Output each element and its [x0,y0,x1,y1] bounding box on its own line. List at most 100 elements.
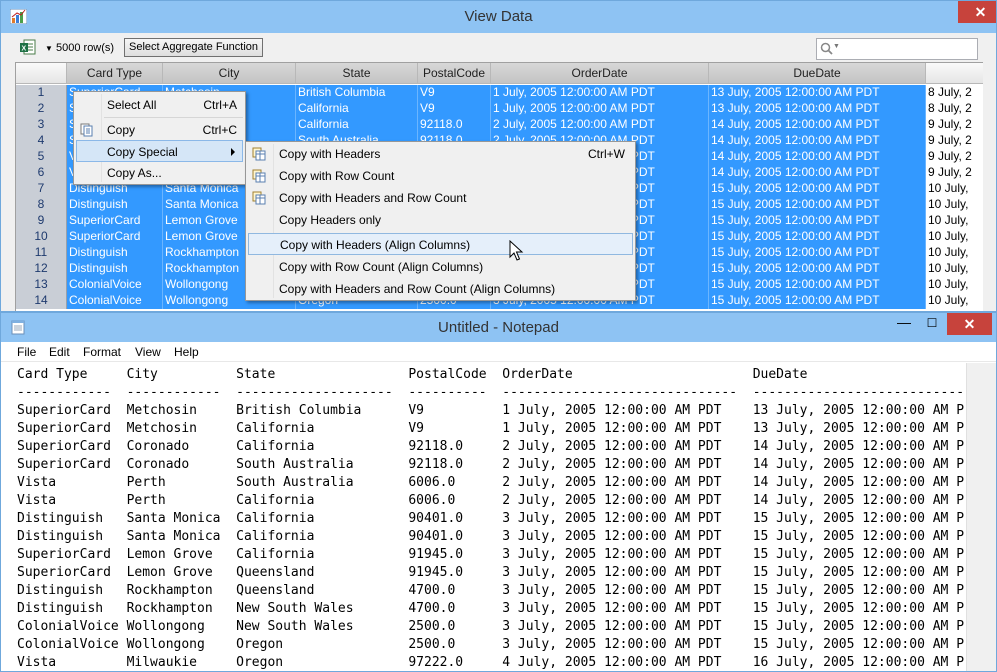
excel-export-icon[interactable]: X [20,39,36,55]
minimize-button[interactable]: — [891,314,917,334]
cell-duedate[interactable]: 15 July, 2005 12:00:00 AM PDT [709,181,926,197]
cell-card-type[interactable]: SuperiorCard [67,229,163,245]
cell-shipdate[interactable]: 9 July, 2 [926,165,983,181]
text-line: Distinguish Rockhampton New South Wales … [17,601,965,616]
cell-shipdate[interactable]: 10 July, [926,181,983,197]
cell-duedate[interactable]: 15 July, 2005 12:00:00 AM PDT [709,261,926,277]
row-header-corner[interactable] [16,63,67,84]
menu-file[interactable]: File [17,345,36,359]
svg-text:X: X [22,46,27,53]
row-number[interactable]: 14 [16,293,67,309]
cell-card-type[interactable]: Distinguish [67,245,163,261]
cell-card-type[interactable]: Distinguish [67,197,163,213]
cell-orderdate[interactable]: 1 July, 2005 12:00:00 AM PDT [491,101,709,117]
menu-item-shortcut: Ctrl+A [203,98,237,112]
cell-postalcode[interactable]: 92118.0 [418,117,491,133]
notepad-text-area[interactable]: Card Type City State PostalCode OrderDat… [1,363,966,671]
cell-state[interactable]: California [296,117,418,133]
menu-item-copy[interactable]: Copy Ctrl+C [76,119,243,141]
submenu-item-copy-with-headers-and-row-count-align-columns[interactable]: Copy with Headers and Row Count (Align C… [248,278,633,300]
cell-duedate[interactable]: 15 July, 2005 12:00:00 AM PDT [709,229,926,245]
menu-format[interactable]: Format [83,345,121,359]
menu-item-copy-special[interactable]: Copy Special [76,140,243,162]
column-header-orderdate[interactable]: OrderDate [491,63,709,84]
cell-orderdate[interactable]: 1 July, 2005 12:00:00 AM PDT [491,85,709,101]
cell-postalcode[interactable]: V9 [418,85,491,101]
row-number[interactable]: 12 [16,261,67,277]
row-number[interactable]: 5 [16,149,67,165]
cell-duedate[interactable]: 14 July, 2005 12:00:00 AM PDT [709,165,926,181]
cell-state[interactable]: British Columbia [296,85,418,101]
row-number[interactable]: 11 [16,245,67,261]
cell-shipdate[interactable]: 8 July, 2 [926,85,983,101]
submenu-item-copy-with-headers-and-row-count[interactable]: Copy with Headers and Row Count [248,187,633,209]
cell-shipdate[interactable]: 10 July, [926,229,983,245]
row-number[interactable]: 10 [16,229,67,245]
column-header-city[interactable]: City [163,63,296,84]
row-number[interactable]: 4 [16,133,67,149]
cell-card-type[interactable]: Distinguish [67,261,163,277]
cell-shipdate[interactable]: 10 July, [926,213,983,229]
text-line: ------------ ------------ --------------… [17,385,966,400]
submenu-item-copy-headers-only[interactable]: Copy Headers only [248,209,633,231]
search-dropdown-icon[interactable]: ▼ [833,43,840,50]
cell-duedate[interactable]: 15 July, 2005 12:00:00 AM PDT [709,293,926,309]
column-header-extra[interactable] [926,63,983,84]
menu-item-select-all[interactable]: Select All Ctrl+A [76,94,243,116]
column-header-state[interactable]: State [296,63,418,84]
row-number[interactable]: 9 [16,213,67,229]
cell-shipdate[interactable]: 9 July, 2 [926,117,983,133]
row-number[interactable]: 13 [16,277,67,293]
column-header-duedate[interactable]: DueDate [709,63,926,84]
cell-duedate[interactable]: 14 July, 2005 12:00:00 AM PDT [709,117,926,133]
cell-shipdate[interactable]: 10 July, [926,261,983,277]
cell-duedate[interactable]: 13 July, 2005 12:00:00 AM PDT [709,85,926,101]
cell-orderdate[interactable]: 2 July, 2005 12:00:00 AM PDT [491,117,709,133]
menu-help[interactable]: Help [174,345,199,359]
cell-card-type[interactable]: ColonialVoice [67,277,163,293]
select-aggregate-button[interactable]: Select Aggregate Function [124,38,264,57]
submenu-item-copy-with-headers-align-columns[interactable]: Copy with Headers (Align Columns) [248,233,633,255]
submenu-item-copy-with-row-count-align-columns[interactable]: Copy with Row Count (Align Columns) [248,256,633,278]
row-number[interactable]: 2 [16,101,67,117]
maximize-button[interactable]: ☐ [919,314,945,334]
cell-shipdate[interactable]: 9 July, 2 [926,149,983,165]
cell-shipdate[interactable]: 10 July, [926,293,983,309]
cell-card-type[interactable]: SuperiorCard [67,213,163,229]
menu-view[interactable]: View [135,345,161,359]
cell-duedate[interactable]: 15 July, 2005 12:00:00 AM PDT [709,277,926,293]
cell-state[interactable]: California [296,101,418,117]
row-number[interactable]: 6 [16,165,67,181]
cell-duedate[interactable]: 14 July, 2005 12:00:00 AM PDT [709,133,926,149]
close-button[interactable]: ✕ [958,1,996,23]
cell-shipdate[interactable]: 9 July, 2 [926,133,983,149]
row-number[interactable]: 3 [16,117,67,133]
notepad-titlebar[interactable]: Untitled - Notepad — ☐ ✕ [1,313,996,342]
menu-edit[interactable]: Edit [49,345,70,359]
cell-shipdate[interactable]: 10 July, [926,197,983,213]
cell-duedate[interactable]: 14 July, 2005 12:00:00 AM PDT [709,149,926,165]
cell-card-type[interactable]: ColonialVoice [67,293,163,309]
chevron-down-icon[interactable]: ▼ [45,44,53,53]
cell-shipdate[interactable]: 8 July, 2 [926,101,983,117]
cell-duedate[interactable]: 15 July, 2005 12:00:00 AM PDT [709,245,926,261]
cell-shipdate[interactable]: 10 July, [926,277,983,293]
copy-table-icon [252,169,266,183]
vertical-scrollbar[interactable] [966,363,996,671]
cell-duedate[interactable]: 15 July, 2005 12:00:00 AM PDT [709,213,926,229]
cell-shipdate[interactable]: 10 July, [926,245,983,261]
column-header-card-type[interactable]: Card Type [67,63,163,84]
submenu-item-copy-with-headers[interactable]: Copy with Headers Ctrl+W [248,143,633,165]
search-input[interactable]: ▼ [816,38,978,60]
menu-item-copy-as[interactable]: Copy As... [76,162,243,184]
view-data-titlebar[interactable]: View Data ✕ [1,1,996,33]
cell-postalcode[interactable]: V9 [418,101,491,117]
row-number[interactable]: 7 [16,181,67,197]
submenu-item-copy-with-row-count[interactable]: Copy with Row Count [248,165,633,187]
cell-duedate[interactable]: 15 July, 2005 12:00:00 AM PDT [709,197,926,213]
row-number[interactable]: 1 [16,85,67,101]
cell-duedate[interactable]: 13 July, 2005 12:00:00 AM PDT [709,101,926,117]
row-number[interactable]: 8 [16,197,67,213]
column-header-postalcode[interactable]: PostalCode [418,63,491,84]
notepad-close-button[interactable]: ✕ [947,313,992,335]
